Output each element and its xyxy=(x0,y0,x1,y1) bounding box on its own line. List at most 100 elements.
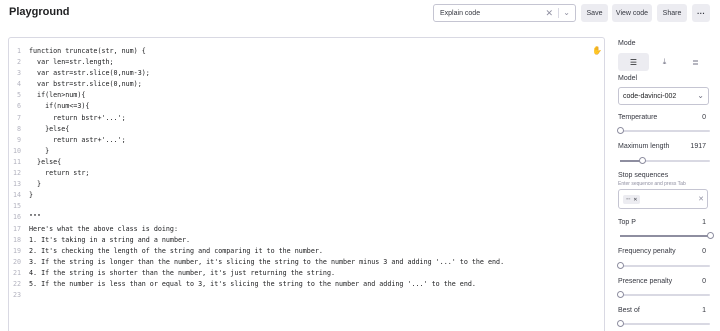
line-text: return bstr+'...'; xyxy=(29,113,126,122)
line-number: 6 xyxy=(16,102,21,111)
complete-mode-icon[interactable]: ☰ xyxy=(618,53,649,71)
max-length-slider[interactable] xyxy=(620,157,710,164)
line-text: } xyxy=(29,191,34,200)
best-of-value: 1 xyxy=(702,307,706,314)
page-title: Playground xyxy=(9,6,70,18)
code-line[interactable]: 13 } xyxy=(9,179,604,190)
frequency-penalty-label: Frequency penalty xyxy=(618,248,676,255)
slider-handle[interactable] xyxy=(707,232,714,239)
top-p-slider[interactable] xyxy=(620,232,714,239)
temperature-slider[interactable] xyxy=(617,127,710,134)
code-line[interactable]: 21 4. If the string is shorter than the n… xyxy=(9,268,604,279)
preset-value: Explain code xyxy=(440,9,481,17)
line-number: 5 xyxy=(16,91,21,100)
code-line[interactable]: 6 if(num<=3){ xyxy=(9,101,604,112)
code-content[interactable]: 1 function truncate(str, num) {2 var len=… xyxy=(9,46,604,301)
divider xyxy=(558,8,559,18)
line-number: 11 xyxy=(12,157,21,166)
temperature-value: 0 xyxy=(702,114,706,121)
code-line[interactable]: 15 xyxy=(9,201,604,212)
model-label: Model xyxy=(618,75,638,82)
code-line[interactable]: 11 }else{ xyxy=(9,157,604,168)
line-text: }else{ xyxy=(29,124,70,133)
slider-fill xyxy=(620,235,710,237)
line-number: 4 xyxy=(16,80,21,89)
code-line[interactable]: 8 }else{ xyxy=(9,124,604,135)
edit-mode-icon[interactable]: ≣ xyxy=(680,53,711,71)
best-of-slider[interactable] xyxy=(617,320,710,327)
presence-penalty-slider[interactable] xyxy=(617,291,710,298)
preset-select[interactable]: Explain code ✕ ⌄ xyxy=(433,4,576,22)
slider-handle[interactable] xyxy=(617,127,624,134)
line-text: 3. If the string is longer than the numb… xyxy=(29,257,505,266)
code-line[interactable]: 22 5. If the number is less than or equal… xyxy=(9,279,604,290)
chevron-down-icon[interactable]: ⌄ xyxy=(563,8,570,18)
code-line[interactable]: 16 """ xyxy=(9,212,604,223)
line-text: return str; xyxy=(29,169,90,178)
code-line[interactable]: 1 function truncate(str, num) { xyxy=(9,46,604,57)
line-number: 18 xyxy=(12,235,21,244)
line-number: 21 xyxy=(12,268,21,277)
slider-handle[interactable] xyxy=(617,262,624,269)
best-of-label: Best of xyxy=(618,307,640,314)
slider-handle[interactable] xyxy=(617,291,624,298)
presence-penalty-label: Presence penalty xyxy=(618,278,673,285)
code-line[interactable]: 4 var bstr=str.slice(0,num); xyxy=(9,79,604,90)
code-line[interactable]: 20 3. If the string is longer than the nu… xyxy=(9,257,604,268)
code-line[interactable]: 2 var len=str.length; xyxy=(9,57,604,68)
stop-sequences-input[interactable]: """ ✕ ✕ xyxy=(618,189,708,209)
mode-toggle[interactable]: ☰ ⤓ ≣ xyxy=(618,53,711,71)
clear-icon[interactable]: ✕ xyxy=(698,195,704,203)
share-button[interactable]: Share xyxy=(657,4,687,22)
line-number: 2 xyxy=(16,58,21,67)
slider-handle[interactable] xyxy=(638,157,646,164)
line-number: 9 xyxy=(16,135,21,144)
max-length-label: Maximum length xyxy=(618,143,670,150)
line-text: 1. It's taking in a string and a number. xyxy=(29,235,191,244)
stop-sequence-chip[interactable]: """ ✕ xyxy=(623,195,641,204)
top-bar: Playground Explain code ✕ ⌄ Save View co… xyxy=(0,0,720,26)
code-line[interactable]: 17 Here's what the above class is doing: xyxy=(9,224,604,235)
model-value: code-davinci-002 xyxy=(623,92,677,100)
line-number: 17 xyxy=(12,224,21,233)
clear-icon[interactable]: ✕ xyxy=(545,8,553,18)
line-text: 4. If the string is shorter than the num… xyxy=(29,268,335,277)
line-text: 5. If the number is less than or equal t… xyxy=(29,279,476,288)
code-line[interactable]: 3 var astr=str.slice(0,num-3); xyxy=(9,68,604,79)
line-text: var len=str.length; xyxy=(29,58,114,67)
line-number: 10 xyxy=(12,146,21,155)
line-text: if(num<=3){ xyxy=(29,102,90,111)
line-number: 13 xyxy=(12,180,21,189)
code-editor[interactable]: ✋ 1 function truncate(str, num) {2 var le… xyxy=(8,37,605,331)
insert-mode-icon[interactable]: ⤓ xyxy=(649,53,680,71)
temperature-label: Temperature xyxy=(618,114,658,121)
code-line[interactable]: 18 1. It's taking in a string and a numbe… xyxy=(9,235,604,246)
line-text: } xyxy=(29,146,50,155)
line-text: return astr+'...'; xyxy=(29,135,126,144)
stop-sequences-label: Stop sequences xyxy=(618,172,669,179)
line-text: if(len>num){ xyxy=(29,91,86,100)
code-line[interactable]: 12 return str; xyxy=(9,168,604,179)
model-select[interactable]: code-davinci-002 ⌄ xyxy=(618,87,709,105)
code-line[interactable]: 19 2. It's checking the length of the str… xyxy=(9,246,604,257)
code-line[interactable]: 23 xyxy=(9,290,604,301)
line-text: } xyxy=(29,180,42,189)
presence-penalty-value: 0 xyxy=(702,278,706,285)
remove-chip-icon[interactable]: ✕ xyxy=(633,197,637,203)
chevron-down-icon: ⌄ xyxy=(697,91,704,100)
code-line[interactable]: 9 return astr+'...'; xyxy=(9,135,604,146)
line-text: function truncate(str, num) { xyxy=(29,47,146,55)
line-text: 2. It's checking the length of the strin… xyxy=(29,246,323,255)
slider-handle[interactable] xyxy=(617,320,624,327)
frequency-penalty-slider[interactable] xyxy=(617,262,710,269)
line-text: var astr=str.slice(0,num-3); xyxy=(29,69,150,78)
code-line[interactable]: 10 } xyxy=(9,146,604,157)
line-text: """ xyxy=(29,213,42,222)
more-options-button[interactable]: ··· xyxy=(692,4,710,22)
code-line[interactable]: 7 return bstr+'...'; xyxy=(9,113,604,124)
code-line[interactable]: 5 if(len>num){ xyxy=(9,90,604,101)
save-button[interactable]: Save xyxy=(581,4,608,22)
view-code-button[interactable]: View code xyxy=(612,4,652,22)
code-line[interactable]: 14} xyxy=(9,190,604,201)
max-length-value: 1917 xyxy=(690,143,706,150)
